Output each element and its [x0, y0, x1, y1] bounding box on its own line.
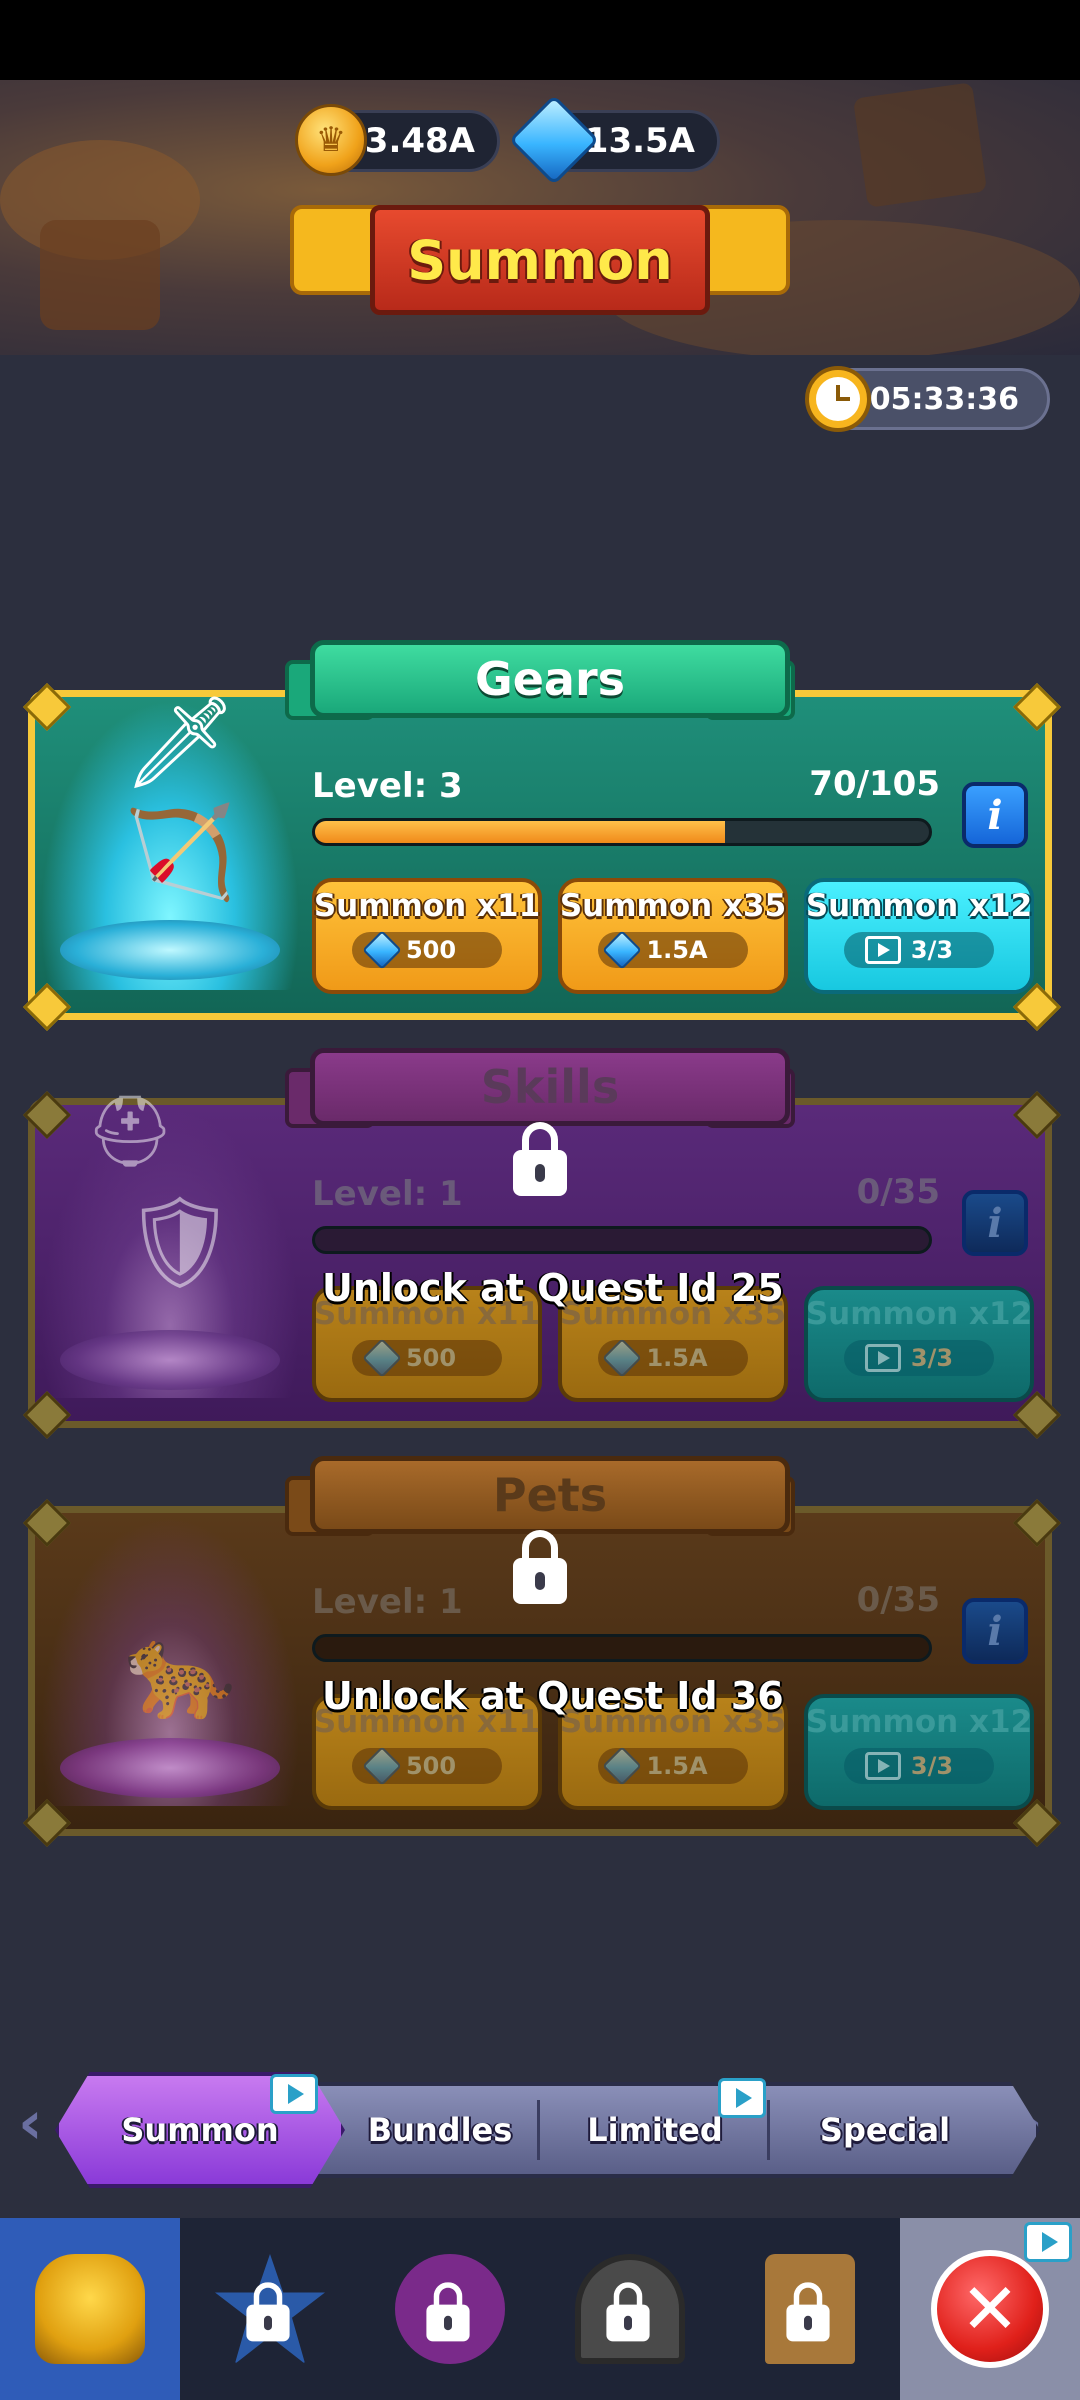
page-title-text: Summon: [407, 228, 673, 292]
cost-value: 1.5A: [646, 1752, 708, 1780]
info-icon: i: [987, 1607, 1003, 1655]
gold-amount: 3.48A: [364, 121, 475, 161]
skills-title-text: Skills: [480, 1060, 620, 1114]
gem-icon: [602, 1338, 643, 1378]
gears-progress-text: 70/105: [809, 764, 940, 804]
pets-unlock-message: Unlock at Quest Id 36: [322, 1674, 784, 1718]
tab-label: Limited: [587, 2111, 723, 2149]
gem-icon: [602, 930, 643, 970]
skills-summon-x12-button[interactable]: Summon x12 3/3: [804, 1286, 1034, 1402]
video-ad-icon: [864, 936, 901, 964]
video-ad-icon: [864, 1752, 901, 1780]
cost-value: 1.5A: [646, 936, 708, 964]
button-label: Summon x35: [559, 888, 787, 924]
cost-value: 500: [405, 1344, 457, 1372]
sword-icon: 🗡: [122, 690, 238, 795]
close-icon: ✕: [931, 2250, 1049, 2368]
page-title: Summon: [370, 205, 710, 315]
cost-badge: 3/3: [844, 1340, 994, 1376]
gears-title-text: Gears: [474, 652, 626, 706]
pedestal: [60, 1330, 280, 1390]
helmet-icon: ⛑: [85, 1090, 175, 1172]
gears-summon-x11-button[interactable]: Summon x11 500: [312, 878, 542, 994]
gem-icon: [602, 1746, 643, 1786]
pets-info-button[interactable]: i: [962, 1598, 1028, 1664]
cost-value: 1.5A: [646, 1344, 708, 1372]
skills-level: Level: 1: [312, 1174, 463, 1214]
helmet-icon: [35, 2254, 145, 2364]
video-ad-icon: [718, 2078, 766, 2118]
button-label: Summon x11: [313, 888, 541, 924]
lock-icon: [426, 2282, 470, 2342]
cost-value: 3/3: [910, 1752, 954, 1780]
skills-title: Skills: [310, 1048, 790, 1126]
cost-badge: 1.5A: [598, 1746, 748, 1786]
pets-progress-text: 0/35: [856, 1580, 940, 1620]
pedestal: [60, 920, 280, 980]
snow-leopard-pet-icon: 🐆: [123, 1620, 237, 1725]
gears-summon-x12-button[interactable]: Summon x12 3/3: [804, 878, 1034, 994]
lock-icon: [246, 2282, 290, 2342]
cost-badge: 1.5A: [598, 930, 748, 970]
tab-label: Special: [819, 2111, 951, 2149]
video-ad-icon: [1024, 2222, 1072, 2262]
video-ad-icon: [270, 2074, 318, 2114]
skills-unlock-message: Unlock at Quest Id 25: [322, 1266, 784, 1310]
skills-progress-bar: [312, 1226, 932, 1254]
gem-icon: [362, 1338, 402, 1378]
cost-value: 500: [405, 1752, 457, 1780]
button-label: Summon x12: [805, 1704, 1033, 1740]
pets-title: Pets: [310, 1456, 790, 1534]
lock-icon: [606, 2282, 650, 2342]
clock-icon: [805, 366, 871, 432]
cost-badge: 500: [352, 1338, 502, 1378]
timer-value: 05:33:36: [869, 381, 1019, 417]
tab-bundles[interactable]: Bundles: [345, 2100, 535, 2160]
gem-icon: [362, 930, 402, 970]
cost-badge: 500: [352, 1746, 502, 1786]
tab-label: Bundles: [367, 2111, 513, 2149]
tab-special[interactable]: Special: [770, 2100, 1000, 2160]
close-symbol: ✕: [960, 2268, 1020, 2350]
pets-level: Level: 1: [312, 1582, 463, 1622]
cost-value: 500: [405, 936, 457, 964]
gears-progress-fill: [315, 821, 725, 843]
cost-value: 3/3: [910, 1344, 954, 1372]
armor-icon: 🛡: [122, 1190, 238, 1295]
pets-title-text: Pets: [492, 1468, 608, 1522]
cost-badge: 500: [352, 930, 502, 970]
bow-icon: 🏹: [123, 800, 237, 905]
button-label: Summon x12: [805, 888, 1033, 924]
gears-level: Level: 3: [312, 766, 463, 806]
gears-title: Gears: [310, 640, 790, 718]
lock-icon: [513, 1530, 567, 1604]
gem-amount: 13.5A: [584, 121, 695, 161]
video-ad-icon: [864, 1344, 901, 1372]
gears-info-button[interactable]: i: [962, 782, 1028, 848]
info-icon: i: [987, 791, 1003, 839]
info-icon: i: [987, 1199, 1003, 1247]
header-chest-decoration: [40, 220, 160, 330]
gears-summon-x35-button[interactable]: Summon x35 1.5A: [558, 878, 788, 994]
crown-coin-icon: ♛: [295, 104, 367, 176]
nav-heroes[interactable]: [0, 2218, 180, 2400]
lock-icon: [513, 1122, 567, 1196]
gears-progress-bar: [312, 818, 932, 846]
cost-badge: 3/3: [844, 1748, 994, 1784]
pets-summon-x12-button[interactable]: Summon x12 3/3: [804, 1694, 1034, 1810]
status-bar: [0, 0, 1080, 80]
cost-badge: 3/3: [844, 932, 994, 968]
lock-icon: [786, 2282, 830, 2342]
pets-progress-bar: [312, 1634, 932, 1662]
header-sign-decoration: [852, 82, 988, 208]
tabs-scroll-left-icon[interactable]: ‹: [18, 2088, 43, 2158]
tab-label: Summon: [121, 2111, 279, 2149]
skills-info-button[interactable]: i: [962, 1190, 1028, 1256]
gem-icon: [362, 1746, 402, 1786]
button-label: Summon x12: [805, 1296, 1033, 1332]
cost-value: 3/3: [910, 936, 954, 964]
cost-badge: 1.5A: [598, 1338, 748, 1378]
skills-progress-text: 0/35: [856, 1172, 940, 1212]
pedestal: [60, 1738, 280, 1798]
